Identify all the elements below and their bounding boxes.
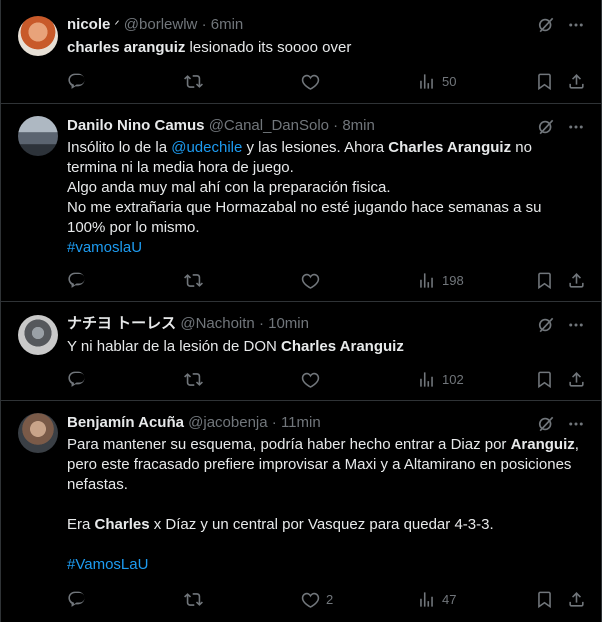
share-button[interactable] bbox=[567, 369, 586, 389]
grok-icon[interactable] bbox=[535, 14, 557, 36]
tweet[interactable]: ナチヨ トーレス @Nachoitn · 10min Y ni hablar d… bbox=[1, 302, 601, 401]
tweet[interactable]: nicole ᐟ @borlewlw · 6min charles arangu… bbox=[1, 0, 601, 104]
tweet-text-line: No me extrañaria que Hormazabal no esté … bbox=[67, 199, 542, 236]
avatar[interactable] bbox=[18, 116, 58, 156]
tweet-header: Benjamín Acuña @jacobenja · 11min bbox=[67, 413, 321, 433]
like-button[interactable] bbox=[301, 369, 326, 389]
more-icon[interactable] bbox=[565, 116, 587, 138]
tweet-top-icons bbox=[535, 314, 587, 336]
hashtag-link[interactable]: #vamoslaU bbox=[67, 239, 142, 256]
tweet-text-run: Insólito lo de la bbox=[67, 139, 172, 156]
tweet-text-run: x Díaz y un central por Vasquez para que… bbox=[149, 516, 494, 533]
tweet-top-icons bbox=[535, 116, 587, 138]
reply-button[interactable] bbox=[67, 71, 92, 91]
bold-keyword: Charles Aranguiz bbox=[388, 139, 512, 156]
retweet-button[interactable] bbox=[184, 369, 209, 389]
tweet-text-line: Algo anda muy mal ahí con la preparación… bbox=[67, 179, 391, 196]
author-name[interactable]: Danilo Nino Camus bbox=[67, 117, 205, 134]
avatar[interactable] bbox=[18, 315, 58, 355]
views-count: 50 bbox=[442, 73, 457, 89]
reply-button[interactable] bbox=[67, 369, 92, 389]
share-button[interactable] bbox=[567, 589, 586, 609]
tweet-text: charles aranguiz lesionado its soooo ove… bbox=[67, 38, 567, 58]
separator-dot: · bbox=[258, 315, 264, 332]
bookmark-button[interactable] bbox=[535, 270, 554, 290]
tweet-top-icons bbox=[535, 413, 587, 435]
views-button[interactable]: 47 bbox=[417, 589, 456, 609]
tweet-text-run: lesionado its soooo over bbox=[185, 39, 352, 56]
tweet[interactable]: Benjamín Acuña @jacobenja · 11min Para m… bbox=[1, 401, 601, 622]
avatar[interactable] bbox=[18, 16, 58, 56]
author-name[interactable]: Benjamín Acuña bbox=[67, 414, 184, 431]
like-button[interactable] bbox=[301, 71, 326, 91]
bold-keyword: Aranguiz bbox=[510, 436, 575, 453]
action-bar: 102 bbox=[67, 369, 587, 389]
like-button[interactable]: 2 bbox=[301, 589, 333, 609]
share-button[interactable] bbox=[567, 270, 586, 290]
bold-keyword: Charles bbox=[94, 516, 150, 533]
more-icon[interactable] bbox=[565, 14, 587, 36]
like-count: 2 bbox=[326, 591, 334, 607]
views-button[interactable]: 198 bbox=[417, 270, 464, 290]
avatar[interactable] bbox=[18, 413, 58, 453]
action-bar: 50 bbox=[67, 71, 587, 91]
more-icon[interactable] bbox=[565, 413, 587, 435]
tweet-text-run: Y ni hablar de la lesión de DON bbox=[67, 338, 282, 355]
tweet-header: nicole ᐟ @borlewlw · 6min bbox=[67, 15, 243, 35]
timestamp[interactable]: 8min bbox=[342, 117, 375, 134]
tweet-text-run: Era bbox=[67, 516, 95, 533]
author-handle[interactable]: @Nachoitn bbox=[180, 315, 254, 332]
tweet-text-run: y las lesiones. Ahora bbox=[242, 139, 389, 156]
bookmark-button[interactable] bbox=[535, 71, 554, 91]
retweet-button[interactable] bbox=[184, 589, 209, 609]
bold-keyword: charles aranguiz bbox=[67, 39, 186, 56]
timestamp[interactable]: 11min bbox=[281, 414, 321, 431]
more-icon[interactable] bbox=[565, 314, 587, 336]
reply-button[interactable] bbox=[67, 270, 92, 290]
views-count: 47 bbox=[442, 591, 457, 607]
timestamp[interactable]: 6min bbox=[211, 16, 244, 33]
retweet-button[interactable] bbox=[184, 270, 209, 290]
grok-icon[interactable] bbox=[535, 314, 557, 336]
name-emoji: ᐟ bbox=[114, 18, 120, 32]
tweet-text: Insólito lo de la @udechile y las lesion… bbox=[67, 138, 553, 258]
author-handle[interactable]: @Canal_DanSolo bbox=[209, 117, 329, 134]
grok-icon[interactable] bbox=[535, 116, 557, 138]
author-name[interactable]: ナチヨ トーレス bbox=[67, 315, 176, 332]
action-bar: 198 bbox=[67, 270, 587, 290]
bookmark-button[interactable] bbox=[535, 589, 554, 609]
share-button[interactable] bbox=[567, 71, 586, 91]
timestamp[interactable]: 10min bbox=[268, 315, 309, 332]
reply-button[interactable] bbox=[67, 589, 92, 609]
author-name[interactable]: nicole bbox=[67, 16, 110, 33]
author-handle[interactable]: @borlewlw bbox=[124, 16, 198, 33]
mention-link[interactable]: @udechile bbox=[171, 139, 242, 156]
tweet-header: ナチヨ トーレス @Nachoitn · 10min bbox=[67, 314, 309, 334]
views-count: 198 bbox=[442, 272, 464, 288]
bold-keyword: Charles Aranguiz bbox=[281, 338, 404, 355]
views-button[interactable]: 50 bbox=[417, 71, 456, 91]
timeline-feed: nicole ᐟ @borlewlw · 6min charles arangu… bbox=[0, 0, 602, 622]
tweet-text: Y ni hablar de la lesión de DON Charles … bbox=[67, 337, 567, 357]
hashtag-link[interactable]: #VamosLaU bbox=[67, 556, 148, 573]
tweet-header: Danilo Nino Camus @Canal_DanSolo · 8min bbox=[67, 116, 375, 136]
tweet-text: Para mantener su esquema, podría haber h… bbox=[67, 435, 587, 575]
separator-dot: · bbox=[333, 117, 339, 134]
like-button[interactable] bbox=[301, 270, 326, 290]
tweet-top-icons bbox=[535, 14, 587, 36]
separator-dot: · bbox=[201, 16, 207, 33]
separator-dot: · bbox=[271, 414, 277, 431]
tweet[interactable]: Danilo Nino Camus @Canal_DanSolo · 8min … bbox=[1, 104, 601, 302]
views-button[interactable]: 102 bbox=[417, 369, 464, 389]
tweet-text-run: Para mantener su esquema, podría haber h… bbox=[67, 436, 511, 453]
bookmark-button[interactable] bbox=[535, 369, 554, 389]
action-bar: 2 47 bbox=[67, 589, 587, 609]
retweet-button[interactable] bbox=[184, 71, 209, 91]
views-count: 102 bbox=[442, 371, 464, 387]
grok-icon[interactable] bbox=[535, 413, 557, 435]
author-handle[interactable]: @jacobenja bbox=[188, 414, 267, 431]
